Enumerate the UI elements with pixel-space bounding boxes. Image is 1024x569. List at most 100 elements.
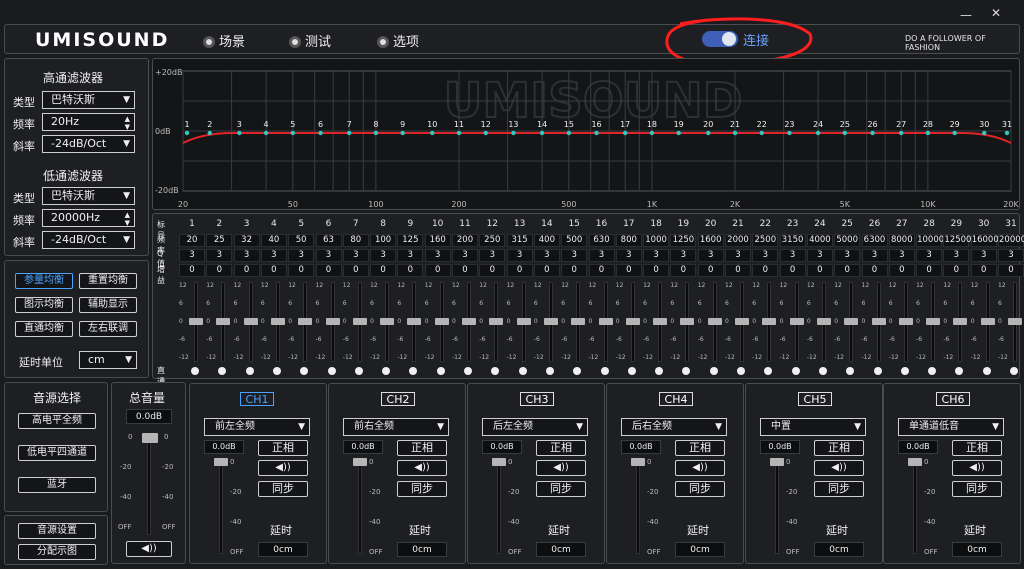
eq-band-knob[interactable] — [789, 318, 804, 325]
highpass-type-select[interactable]: 巴特沃斯 ▼ — [42, 91, 135, 109]
eq-q-cell[interactable]: 3 — [643, 249, 670, 262]
eq-bypass-dot[interactable] — [573, 367, 582, 375]
eq-q-cell[interactable]: 3 — [561, 249, 588, 262]
eq-band-knob[interactable] — [489, 318, 504, 325]
eq-gain-cell[interactable]: 0 — [888, 264, 915, 277]
eq-band-point[interactable] — [346, 130, 352, 136]
channel-source-select[interactable]: 前右全频 ▼ — [343, 418, 449, 436]
eq-q-cell[interactable]: 3 — [260, 249, 287, 262]
eq-band-knob[interactable] — [844, 318, 859, 325]
channel-source-select[interactable]: 后左全频 ▼ — [482, 418, 588, 436]
channel-volume-knob[interactable] — [214, 458, 228, 466]
eq-band-point[interactable] — [952, 130, 957, 136]
eq-freq-cell[interactable]: 800 — [615, 234, 642, 247]
eq-q-cell[interactable]: 3 — [970, 249, 997, 262]
channel-phase-button[interactable]: 正相 — [952, 440, 1002, 456]
eq-band-knob[interactable] — [816, 318, 831, 325]
eq-q-cell[interactable]: 3 — [424, 249, 451, 262]
eq-q-cell[interactable]: 3 — [779, 249, 806, 262]
eq-freq-cell[interactable]: 50 — [288, 234, 315, 247]
eq-gain-cell[interactable]: 0 — [752, 264, 779, 277]
eq-bypass-dot[interactable] — [709, 367, 718, 375]
minimize-button[interactable]: — — [958, 8, 974, 22]
eq-q-cell[interactable]: 3 — [233, 249, 260, 262]
eq-bypass-dot[interactable] — [900, 367, 909, 375]
eq-band-knob[interactable] — [1008, 318, 1022, 325]
eq-freq-cell[interactable]: 25 — [206, 234, 233, 247]
eq-band-point[interactable] — [1004, 130, 1010, 136]
eq-band-point[interactable] — [649, 130, 655, 136]
eq-band-point[interactable] — [184, 130, 190, 136]
spinner-icon[interactable]: ▲ ▼ — [125, 211, 130, 227]
eq-band-knob[interactable] — [189, 318, 203, 325]
eq-q-cell[interactable]: 3 — [179, 249, 205, 262]
eq-q-cell[interactable]: 3 — [943, 249, 970, 262]
close-button[interactable]: ✕ — [988, 6, 1004, 22]
spinner-icon[interactable]: ▲ ▼ — [125, 115, 130, 131]
channel-mute-button[interactable]: ◀)) — [814, 460, 864, 476]
eq-bypass-dot[interactable] — [655, 367, 664, 375]
eq-gain-cell[interactable]: 0 — [834, 264, 861, 277]
channel-delay-value[interactable]: 0cm — [814, 542, 864, 557]
routing-diagram-button[interactable]: 分配示图 — [18, 544, 96, 560]
channel-delay-value[interactable]: 0cm — [397, 542, 447, 557]
eq-freq-cell[interactable]: 315 — [506, 234, 533, 247]
eq-band-point[interactable] — [759, 130, 764, 136]
eq-gain-cell[interactable]: 0 — [342, 264, 369, 277]
eq-band-point[interactable] — [842, 130, 848, 136]
eq-freq-cell[interactable]: 40 — [260, 234, 287, 247]
eq-gain-cell[interactable]: 0 — [806, 264, 833, 277]
eq-band-knob[interactable] — [707, 318, 722, 325]
eq-band-knob[interactable] — [953, 318, 968, 325]
channel-sync-button[interactable]: 同步 — [258, 481, 308, 497]
eq-q-cell[interactable]: 3 — [397, 249, 424, 262]
eq-bypass-dot[interactable] — [218, 367, 227, 375]
eq-bypass-dot[interactable] — [518, 367, 527, 375]
eq-gain-cell[interactable]: 0 — [206, 264, 233, 277]
eq-q-cell[interactable]: 3 — [615, 249, 642, 262]
eq-band-knob[interactable] — [270, 318, 285, 325]
eq-bypass-dot[interactable] — [818, 367, 827, 375]
eq-freq-cell[interactable]: 20 — [179, 234, 205, 247]
eq-band-knob[interactable] — [980, 318, 995, 325]
channel-name[interactable]: CH3 — [520, 392, 554, 406]
channel-phase-button[interactable]: 正相 — [258, 440, 308, 456]
channel-source-select[interactable]: 后右全频 ▼ — [621, 418, 727, 436]
eq-bypass-dot[interactable] — [245, 367, 254, 375]
eq-gain-cell[interactable]: 0 — [370, 264, 397, 277]
channel-sync-button[interactable]: 同步 — [397, 481, 447, 497]
reset-eq-button[interactable]: 重置均衡 — [79, 273, 137, 289]
eq-freq-cell[interactable]: 160 — [424, 234, 451, 247]
eq-q-cell[interactable]: 3 — [670, 249, 697, 262]
eq-freq-cell[interactable]: 4000 — [806, 234, 833, 247]
lowpass-slope-select[interactable]: -24dB/Oct ▼ — [42, 231, 135, 249]
eq-freq-cell[interactable]: 1250 — [670, 234, 697, 247]
nav-scene[interactable]: 场景 — [203, 31, 245, 50]
eq-band-knob[interactable] — [543, 318, 558, 325]
eq-response-graph[interactable]: UMISOUND+20dB0dB-20dB20 50 100 200 500 1K 2K 5K… — [153, 59, 1019, 209]
eq-freq-cell[interactable]: 1600 — [697, 234, 724, 247]
eq-q-cell[interactable]: 3 — [288, 249, 315, 262]
eq-band-point[interactable] — [925, 130, 931, 136]
eq-band-point[interactable] — [373, 130, 379, 136]
eq-freq-cell[interactable]: 2500 — [752, 234, 779, 247]
eq-freq-cell[interactable]: 400 — [533, 234, 560, 247]
channel-sync-button[interactable]: 同步 — [952, 481, 1002, 497]
eq-bypass-dot[interactable] — [272, 367, 281, 375]
eq-bypass-dot[interactable] — [791, 367, 800, 375]
channel-source-select[interactable]: 单通道低音 ▼ — [898, 418, 1004, 436]
lowpass-type-select[interactable]: 巴特沃斯 ▼ — [42, 187, 135, 205]
eq-gain-cell[interactable]: 0 — [861, 264, 888, 277]
eq-q-cell[interactable]: 3 — [806, 249, 833, 262]
eq-band-point[interactable] — [511, 130, 516, 136]
eq-band-knob[interactable] — [407, 318, 422, 325]
master-volume-knob[interactable] — [142, 433, 158, 443]
eq-q-cell[interactable]: 3 — [834, 249, 861, 262]
eq-q-cell[interactable]: 3 — [479, 249, 506, 262]
channel-mute-button[interactable]: ◀)) — [536, 460, 586, 476]
channel-volume-slider[interactable] — [358, 458, 362, 554]
aux-display-button[interactable]: 辅助显示 — [79, 297, 137, 313]
eq-gain-cell[interactable]: 0 — [233, 264, 260, 277]
parametric-eq-button[interactable]: 参量均衡 — [15, 273, 73, 289]
eq-bypass-dot[interactable] — [464, 367, 472, 375]
